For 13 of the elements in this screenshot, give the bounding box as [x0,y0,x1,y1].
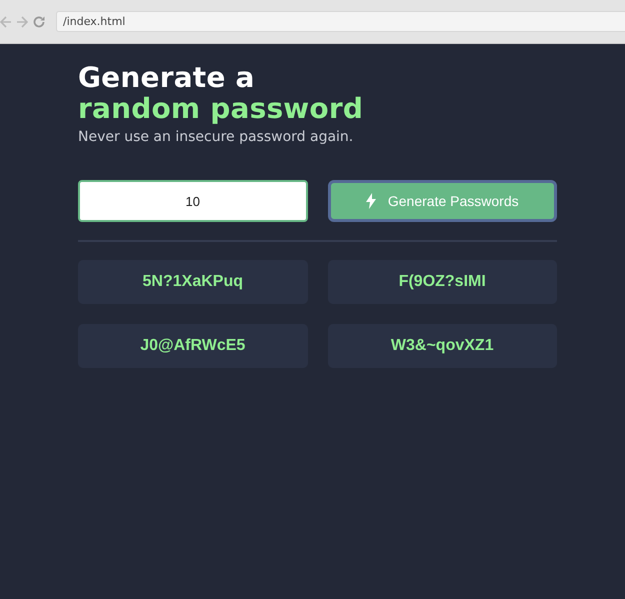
heading-highlight: random password [78,93,364,124]
heading-line: Generate a [78,62,255,93]
length-input[interactable]: 10 [78,180,308,222]
password-card[interactable]: W3&~qovXZ1 [328,324,557,368]
reload-icon[interactable] [32,14,46,28]
address-field[interactable]: /index.html [56,11,625,32]
subtitle: Never use an insecure password again. [78,129,354,145]
password-card[interactable]: F(9OZ?sIMI [328,260,557,304]
password-card[interactable]: 5N?1XaKPuq [78,260,308,304]
back-icon[interactable] [0,16,12,28]
lightning-icon [366,193,376,209]
password-card[interactable]: J0@AfRWcE5 [78,324,308,368]
forward-icon[interactable] [16,16,28,28]
